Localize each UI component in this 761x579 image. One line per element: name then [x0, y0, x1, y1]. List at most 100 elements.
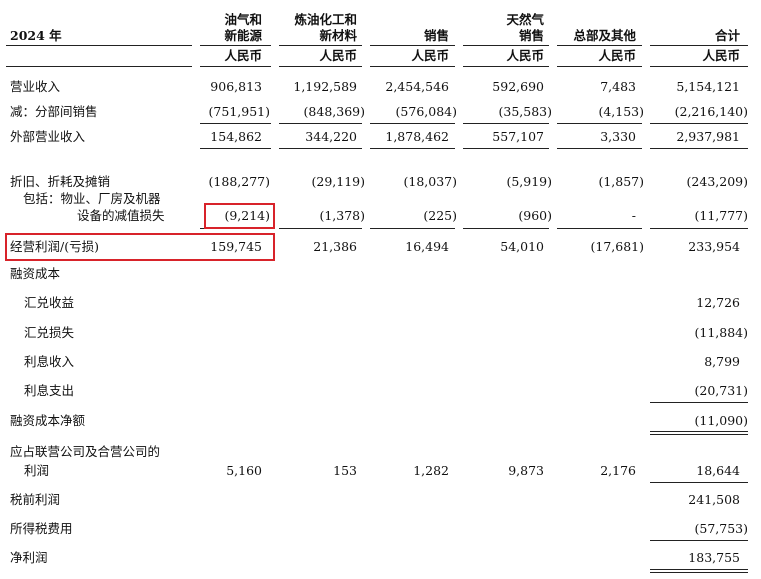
currency-rule-col4 — [463, 66, 549, 67]
imp-rule-col6 — [650, 228, 748, 229]
row-label-finance-cost: 融资成本 — [10, 266, 61, 281]
currency-rule-col6 — [650, 66, 748, 67]
ext-rule-col1 — [200, 148, 271, 149]
revenue-col2: 1,192,589 — [293, 79, 357, 94]
col6-currency: 人民币 — [702, 48, 740, 63]
header-rule-col6 — [650, 45, 748, 46]
col5-currency: 人民币 — [598, 48, 636, 63]
inter-rule-col1 — [200, 123, 271, 124]
row-label-income-tax: 所得税费用 — [10, 521, 73, 536]
depreciation-col4: (5,919) — [506, 174, 552, 189]
ext-rule-col6 — [650, 148, 748, 149]
ext-rule-col3 — [370, 148, 455, 149]
depreciation-col2: (29,119) — [311, 174, 366, 189]
interest-rule-col6 — [650, 402, 748, 403]
fx-gain-total: 12,726 — [696, 295, 740, 310]
header-rule-col5 — [557, 45, 642, 46]
inter-segment-col4: (35,583) — [498, 104, 553, 119]
currency-rule-col5 — [557, 66, 642, 67]
col2-header-line2: 新材料 — [319, 28, 357, 43]
income-tax-total: (57,753) — [694, 521, 749, 536]
row-label-share-of-profit-line2: 利润 — [24, 463, 50, 478]
col1-header-line2: 新能源 — [224, 28, 262, 43]
currency-rule-label — [6, 66, 192, 67]
external-revenue-col4: 557,107 — [492, 129, 544, 144]
depreciation-col1: (188,277) — [208, 174, 270, 189]
col2-header-line1: 炼油化工和 — [294, 12, 357, 27]
currency-rule-col3 — [370, 66, 455, 67]
col6-header-line2: 合计 — [714, 28, 740, 43]
imp-rule-col4 — [463, 228, 549, 229]
row-label-net-profit: 净利润 — [10, 550, 48, 565]
inter-rule-col6 — [650, 123, 748, 124]
imp-rule-col3 — [370, 228, 455, 229]
revenue-col6: 5,154,121 — [676, 79, 740, 94]
row-label-profit-before-tax: 税前利润 — [10, 492, 61, 507]
inter-segment-col2: (848,369) — [303, 104, 365, 119]
header-rule-col4 — [463, 45, 549, 46]
imp-rule-col2 — [279, 228, 362, 229]
row-label-net-finance-cost: 融资成本净额 — [10, 413, 86, 428]
revenue-col5: 7,483 — [600, 79, 636, 94]
highlight-box-operating-profit — [5, 233, 275, 261]
inter-rule-col4 — [463, 123, 549, 124]
col4-header-line1: 天然气 — [506, 12, 544, 27]
inter-rule-col2 — [279, 123, 362, 124]
imp-rule-col5 — [557, 228, 642, 229]
row-label-impairment-line1: 包括：物业、厂房及机器 — [23, 191, 161, 206]
ext-rule-col2 — [279, 148, 362, 149]
operating-profit-col3: 16,494 — [405, 239, 449, 254]
external-revenue-col3: 1,878,462 — [385, 129, 449, 144]
inter-segment-col3: (576,084) — [395, 104, 457, 119]
row-label-interest-income: 利息收入 — [24, 354, 75, 369]
net-profit-rule2 — [650, 572, 748, 573]
row-label-impairment-line2: 设备的减值损失 — [77, 208, 165, 223]
profit-before-tax-total: 241,508 — [688, 492, 740, 507]
external-revenue-col2: 344,220 — [305, 129, 357, 144]
share-of-profit-col5: 2,176 — [600, 463, 636, 478]
year-header: 2024 年 — [10, 28, 62, 43]
row-label-inter-segment: 减：分部间销售 — [10, 104, 98, 119]
impairment-col6: (11,777) — [694, 208, 749, 223]
impairment-col2: (1,378) — [319, 208, 365, 223]
col4-currency: 人民币 — [506, 48, 544, 63]
highlight-box-impairment — [204, 203, 275, 229]
impairment-col4: (960) — [518, 208, 552, 223]
row-label-fx-loss: 汇兑损失 — [24, 325, 75, 340]
ext-rule-col4 — [463, 148, 549, 149]
col1-currency: 人民币 — [224, 48, 262, 63]
interest-income-total: 8,799 — [704, 354, 740, 369]
row-label-interest-expense: 利息支出 — [24, 383, 75, 398]
share-rule-col6 — [650, 482, 748, 483]
external-revenue-col6: 2,937,981 — [676, 129, 740, 144]
col3-header-line2: 销售 — [423, 28, 449, 43]
revenue-col1: 906,813 — [210, 79, 262, 94]
net-profit-total: 183,755 — [688, 550, 740, 565]
row-label-share-of-profit-line1: 应占联营公司及合营公司的 — [10, 444, 161, 459]
inter-rule-col3 — [370, 123, 455, 124]
external-revenue-col5: 3,330 — [600, 129, 636, 144]
share-of-profit-col3: 1,282 — [413, 463, 449, 478]
net-finance-cost-total: (11,090) — [694, 413, 749, 428]
inter-segment-col6: (2,216,140) — [674, 104, 748, 119]
operating-profit-col4: 54,010 — [500, 239, 544, 254]
net-profit-rule1 — [650, 569, 748, 570]
depreciation-col3: (18,037) — [403, 174, 458, 189]
revenue-col3: 2,454,546 — [385, 79, 449, 94]
row-label-fx-gain: 汇兑收益 — [24, 295, 75, 310]
col3-currency: 人民币 — [411, 48, 449, 63]
net-finance-rule2 — [650, 434, 748, 435]
col4-header-line2: 销售 — [518, 28, 544, 43]
currency-rule-col1 — [200, 66, 271, 67]
operating-profit-col2: 21,386 — [313, 239, 357, 254]
inter-segment-col1: (751,951) — [208, 104, 270, 119]
ext-rule-col5 — [557, 148, 642, 149]
share-of-profit-col6: 18,644 — [696, 463, 740, 478]
impairment-col3: (225) — [423, 208, 457, 223]
header-rule-col2 — [279, 45, 362, 46]
currency-rule-col2 — [279, 66, 362, 67]
interest-expense-total: (20,731) — [694, 383, 749, 398]
row-label-depreciation: 折旧、折耗及摊销 — [10, 174, 111, 189]
operating-profit-col6: 233,954 — [688, 239, 740, 254]
share-of-profit-col4: 9,873 — [508, 463, 544, 478]
